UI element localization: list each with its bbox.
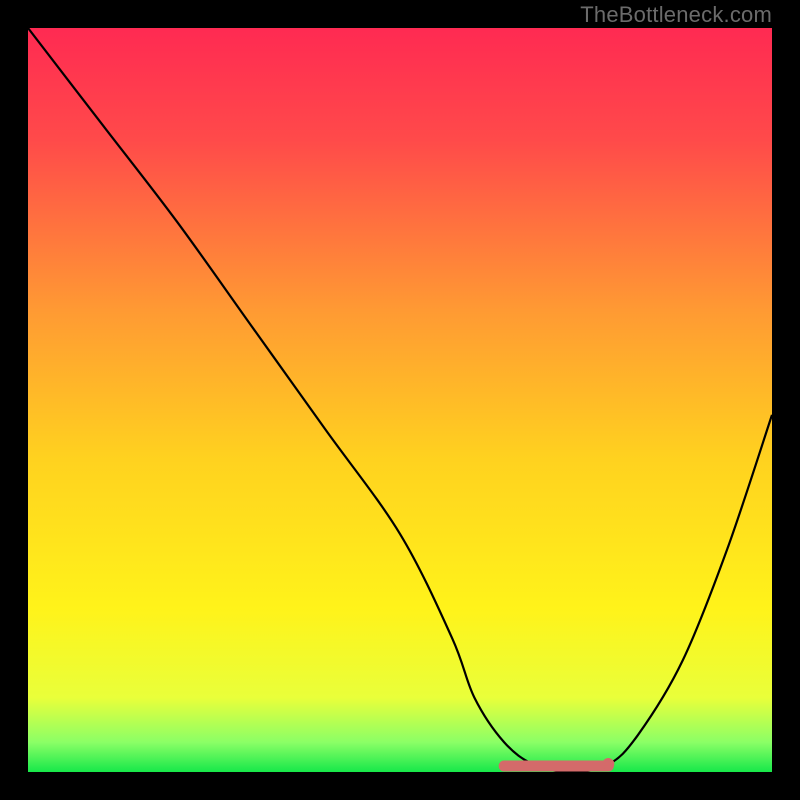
optimal-point-dot (602, 758, 614, 770)
gradient-background (28, 28, 772, 772)
chart-frame (28, 28, 772, 772)
bottleneck-chart (28, 28, 772, 772)
watermark-text: TheBottleneck.com (580, 2, 772, 28)
